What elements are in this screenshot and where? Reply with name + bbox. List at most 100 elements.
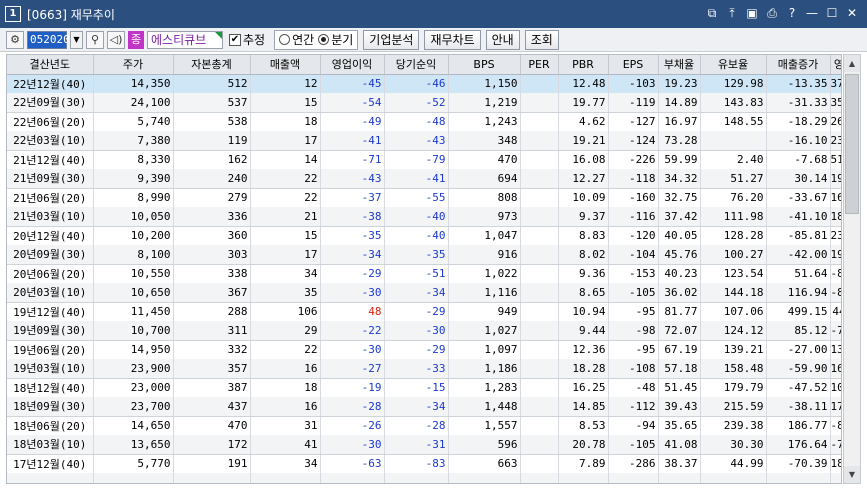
table-row[interactable]: 18년06월(20) 14,650 470 31 -26 -28 1,557 8.53 -94 3…	[7, 416, 841, 435]
table-row[interactable]: 20년06월(20) 10,550 338 34 -29 -51 1,022 9.36 -153…	[7, 264, 841, 283]
table-cell: 10,050	[93, 207, 174, 227]
table-row[interactable]: 22년09월(30) 24,100 537 15 -54 -52 1,219 19.77 -11…	[7, 93, 841, 113]
screen-capture-icon[interactable]: ▣	[745, 6, 759, 20]
stock-name-field[interactable]: 에스티큐브	[147, 30, 223, 49]
table-cell: -84.87	[830, 283, 841, 303]
table-cell: 9.44	[558, 321, 609, 341]
column-header[interactable]: 매출액	[250, 55, 321, 75]
column-header[interactable]: 주가	[93, 55, 174, 75]
table-cell: 5,770	[93, 454, 174, 473]
table-row[interactable]: 19년06월(20) 14,950 332 22 -30 -29 1,097 12.36 -95…	[7, 340, 841, 359]
table-cell: 348	[448, 131, 521, 151]
table-cell: 21년03월(10)	[7, 207, 94, 227]
column-header[interactable]: 영업이익	[320, 55, 385, 75]
table-cell: 34.32	[658, 169, 701, 189]
radio-annual[interactable]: 연간	[279, 31, 314, 48]
maximize-icon[interactable]: ☐	[825, 6, 839, 20]
financial-trend-grid[interactable]: 결산년도 주가 자본총계 매출액 영업이익 당기순익 BPS PER PBR EPS 부채율 유보율 매…	[6, 54, 842, 484]
table-cell: -108	[608, 359, 659, 379]
date-dropdown-chevron-down-icon[interactable]: ▼	[70, 30, 83, 49]
table-row[interactable]: 20년12월(40) 10,200 360 15 -35 -40 1,047 8.83 -120…	[7, 226, 841, 245]
table-cell: -33	[384, 359, 449, 379]
table-cell: 72.07	[658, 321, 701, 341]
table-row[interactable]: 17년12월(40) 5,770 191 34 -63 -83 663 7.89 -286 38.…	[7, 454, 841, 473]
column-header[interactable]: 매출증가	[766, 55, 831, 75]
company-analysis-button[interactable]: 기업분석	[363, 29, 420, 50]
table-cell: 16	[250, 359, 321, 379]
estimate-checkbox[interactable]: ✔ 추정	[229, 31, 265, 48]
table-cell: 234.27	[830, 226, 841, 245]
table-cell: -98	[608, 321, 659, 341]
link-window-icon[interactable]: ⧉	[705, 6, 719, 20]
table-cell: 973	[448, 207, 521, 227]
search-icon[interactable]: ⚲	[86, 30, 104, 49]
table-cell: 24,100	[93, 93, 174, 113]
table-cell: 12.48	[558, 74, 609, 93]
scroll-down-arrow-icon[interactable]: ▼	[844, 466, 860, 483]
table-cell: 1,097	[448, 340, 521, 359]
search-button[interactable]: 조회	[524, 29, 559, 50]
table-cell: -47.52	[766, 378, 831, 397]
table-cell: -38.11	[766, 397, 831, 417]
table-cell: -74.27	[830, 321, 841, 341]
table-cell: 16.08	[558, 150, 609, 169]
table-row[interactable]: 20년09월(30) 8,100 303 17 -34 -35 916 8.02 -104 45.…	[7, 245, 841, 265]
vertical-scrollbar[interactable]: ▲ ▼	[843, 54, 861, 484]
table-row[interactable]: 22년12월(40) 14,350 512 12 -45 -46 1,150 12.48 -10…	[7, 74, 841, 93]
table-cell	[520, 397, 559, 417]
settings-gear-icon[interactable]: ⚙	[6, 30, 24, 49]
table-cell: 10,700	[93, 321, 174, 341]
radio-quarter[interactable]: 분기	[318, 31, 353, 48]
financial-chart-button[interactable]: 재무차트	[424, 29, 481, 50]
table-cell: -48	[384, 112, 449, 131]
table-row[interactable]: 19년03월(10) 23,900 357 16 -27 -33 1,186 18.28 -10…	[7, 359, 841, 379]
column-header[interactable]: 유보율	[700, 55, 767, 75]
table-row[interactable]: 18년12월(40) 23,000 387 18 -19 -15 1,283 16.25 -48…	[7, 378, 841, 397]
table-cell: 57.18	[658, 359, 701, 379]
help-icon[interactable]: ?	[785, 6, 799, 20]
sound-volume-icon[interactable]: ◁)	[107, 30, 125, 49]
table-cell: 596	[448, 435, 521, 455]
column-header[interactable]: 당기순익	[384, 55, 449, 75]
print-icon[interactable]: ⎙	[765, 6, 779, 20]
table-row[interactable]: 18년09월(30) 23,700 437 16 -28 -34 1,448 14.85 -11…	[7, 397, 841, 417]
table-row[interactable]: 18년03월(10) 13,650 172 41 -30 -31 596 20.78 -105 4…	[7, 435, 841, 455]
table-row[interactable]: 20년03월(10) 10,650 367 35 -30 -34 1,116 8.65 -105…	[7, 283, 841, 303]
table-row[interactable]: 19년09월(30) 10,700 311 29 -22 -30 1,027 9.44 -98 7…	[7, 321, 841, 341]
table-cell: -118	[608, 169, 659, 189]
table-cell: 311	[173, 321, 251, 341]
table-row[interactable]: 22년03월(10) 7,380 119 17 -41 -43 348 19.21 -124 73…	[7, 131, 841, 151]
column-header[interactable]: 자본총계	[173, 55, 251, 75]
column-header[interactable]: BPS	[448, 55, 521, 75]
guide-button[interactable]: 안내	[485, 29, 520, 50]
table-cell: -54	[320, 93, 385, 113]
column-header[interactable]: PBR	[558, 55, 609, 75]
table-row[interactable]: 21년09월(30) 9,390 240 22 -43 -41 694 12.27 -118 34…	[7, 169, 841, 189]
pin-top-icon[interactable]: ⤒	[725, 6, 739, 20]
date-input[interactable]: 052020	[27, 30, 70, 49]
scroll-up-arrow-icon[interactable]: ▲	[844, 55, 860, 72]
column-header[interactable]: 부채율	[658, 55, 701, 75]
column-header[interactable]: EPS	[608, 55, 659, 75]
table-cell: -18.29	[766, 112, 831, 131]
table-cell: 179.79	[700, 378, 767, 397]
minimize-icon[interactable]: —	[805, 6, 819, 20]
close-icon[interactable]: ✕	[845, 6, 859, 20]
title-bar-controls: ⧉ ⤒ ▣ ⎙ ? — ☐ ✕	[705, 6, 859, 20]
table-row[interactable]: 19년12월(40) 11,450 288 106 48 -29 949 10.94 -95 81…	[7, 302, 841, 321]
table-cell	[520, 321, 559, 341]
table-row[interactable]	[7, 473, 841, 483]
table-row[interactable]: 21년06월(20) 8,990 279 22 -37 -55 808 10.09 -160 32…	[7, 188, 841, 207]
table-cell: 387	[173, 378, 251, 397]
table-row[interactable]: 22년06월(20) 5,740 538 18 -49 -48 1,243 4.62 -127 1…	[7, 112, 841, 131]
table-cell: 1,557	[448, 416, 521, 435]
column-header[interactable]: PER	[520, 55, 559, 75]
table-cell	[520, 112, 559, 131]
table-row[interactable]: 21년03월(10) 10,050 336 21 -38 -40 973 9.37 -116 37…	[7, 207, 841, 227]
table-cell	[520, 454, 559, 473]
column-header[interactable]: 영익률	[830, 55, 841, 75]
scrollbar-thumb[interactable]	[845, 74, 859, 214]
table-row[interactable]: 21년12월(40) 8,330 162 14 -71 -79 470 16.08 -226 59…	[7, 150, 841, 169]
column-header[interactable]: 결산년도	[7, 55, 94, 75]
table-cell: 17	[250, 245, 321, 265]
